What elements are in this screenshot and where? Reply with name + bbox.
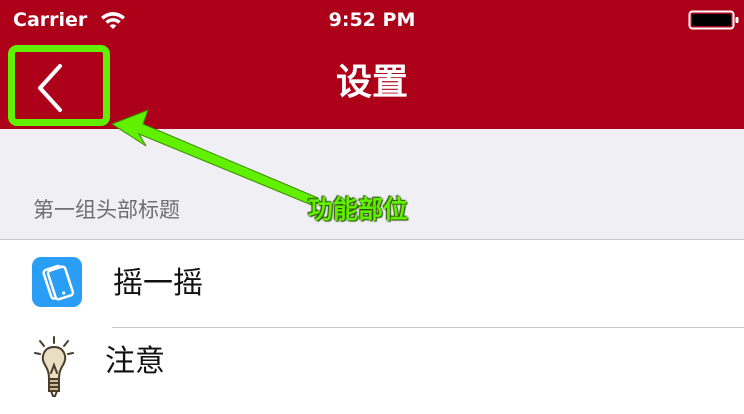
list-item-shake[interactable]: 摇一摇: [0, 240, 744, 328]
list-item-label: 注意: [105, 344, 165, 379]
page-title: 设置: [335, 62, 408, 103]
battery-icon: [688, 10, 739, 30]
list-item-attention[interactable]: 注意: [0, 328, 744, 414]
chevron-left-icon: [38, 64, 62, 112]
status-bar: Carrier 9:52 PM: [0, 0, 744, 40]
list-item-label: 摇一摇: [113, 266, 203, 301]
navigation-bar: 设置: [0, 40, 744, 129]
back-button[interactable]: [8, 45, 110, 126]
settings-screen: Carrier 9:52 PM 设置 第一组头部标题 摇一摇 注意 功能部位: [0, 0, 744, 414]
annotation-label: 功能部位: [308, 195, 409, 224]
section-header: 第一组头部标题: [33, 198, 180, 222]
header-background: Carrier 9:52 PM 设置: [0, 0, 744, 129]
settings-table: 摇一摇 注意: [0, 239, 744, 414]
clock-time: 9:52 PM: [328, 9, 416, 31]
lightbulb-icon: [34, 336, 74, 397]
shake-phone-icon: [32, 257, 82, 307]
